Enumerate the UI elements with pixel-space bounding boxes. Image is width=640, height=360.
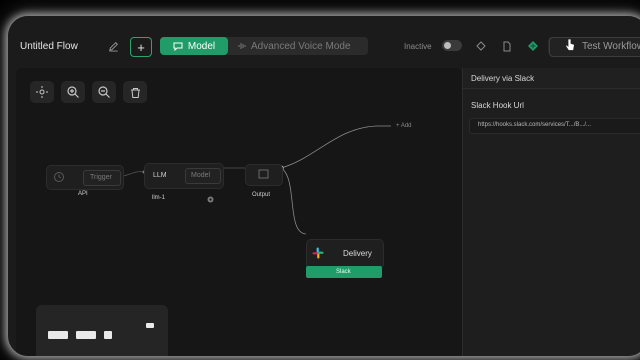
waveform-icon bbox=[238, 43, 246, 49]
delivery-node-label: Delivery bbox=[343, 249, 372, 258]
slack-hook-url-input[interactable]: https://hooks.slack.com/services/T.../B.… bbox=[469, 118, 640, 134]
flow-canvas[interactable]: Trigger API LLM Model llm-1 Output + Add bbox=[16, 68, 462, 356]
slack-icon[interactable] bbox=[526, 39, 540, 53]
slack-hook-url-value: https://hooks.slack.com/services/T.../B.… bbox=[478, 122, 592, 128]
api-node-label: API bbox=[78, 191, 88, 197]
tab-model-label: Model bbox=[187, 40, 216, 52]
status-label: Inactive bbox=[404, 42, 432, 51]
flow-title[interactable]: Untitled Flow bbox=[20, 41, 78, 52]
plus-icon: + bbox=[137, 39, 145, 55]
minimap-node bbox=[48, 331, 68, 339]
minimap-node bbox=[76, 331, 96, 339]
api-input-label: Trigger bbox=[90, 174, 112, 181]
top-toolbar: Untitled Flow + Model Advanced Voice Mod… bbox=[8, 16, 640, 66]
document-icon[interactable] bbox=[500, 39, 514, 53]
slack-logo-icon bbox=[312, 247, 324, 259]
delivery-node[interactable]: Delivery bbox=[306, 239, 384, 269]
clock-icon bbox=[54, 172, 64, 182]
panel-title: Delivery via Slack bbox=[471, 74, 535, 83]
add-node-button[interactable]: + bbox=[130, 37, 152, 57]
api-node[interactable]: Trigger bbox=[46, 165, 124, 190]
output-node[interactable] bbox=[245, 164, 283, 186]
llm-node-subtitle: llm-1 bbox=[152, 195, 165, 201]
llm-model-input[interactable]: Model bbox=[185, 168, 221, 184]
llm-model-input-label: Model bbox=[191, 172, 211, 179]
llm-node[interactable]: LLM Model bbox=[144, 163, 224, 189]
test-workflow-button[interactable]: Test Workflow bbox=[549, 37, 640, 57]
tab-advanced-voice-mode-label: Advanced Voice Mode bbox=[251, 40, 351, 52]
toggle-knob bbox=[444, 42, 451, 49]
panel-header: Delivery via Slack bbox=[463, 68, 640, 89]
delivery-badge: Slack bbox=[306, 266, 382, 278]
node-settings-panel: Delivery via Slack Slack Hook Url https:… bbox=[462, 68, 640, 356]
active-toggle[interactable] bbox=[442, 40, 462, 51]
llm-node-title: LLM bbox=[153, 172, 167, 179]
app-window: Untitled Flow + Model Advanced Voice Mod… bbox=[8, 16, 640, 356]
slack-hook-url-label: Slack Hook Url bbox=[471, 101, 524, 110]
output-icon bbox=[258, 169, 269, 179]
tab-advanced-voice-mode[interactable]: Advanced Voice Mode bbox=[238, 37, 351, 55]
canvas-minimap[interactable] bbox=[36, 305, 168, 356]
api-input[interactable]: Trigger bbox=[83, 170, 121, 186]
code-icon[interactable] bbox=[474, 39, 488, 53]
hand-cursor-icon bbox=[564, 38, 575, 51]
test-workflow-label: Test Workflow bbox=[582, 41, 640, 52]
output-node-label: Output bbox=[252, 192, 271, 198]
pencil-icon[interactable] bbox=[106, 39, 120, 53]
minimap-node bbox=[146, 323, 154, 328]
mode-switcher: Model Advanced Voice Mode bbox=[160, 37, 368, 55]
add-output-link[interactable]: + Add bbox=[396, 123, 412, 129]
chat-icon bbox=[173, 42, 183, 51]
llm-settings-icon[interactable] bbox=[206, 195, 215, 204]
delivery-badge-label: Slack bbox=[336, 269, 351, 275]
tab-model[interactable]: Model bbox=[160, 37, 228, 55]
minimap-node bbox=[104, 331, 112, 339]
